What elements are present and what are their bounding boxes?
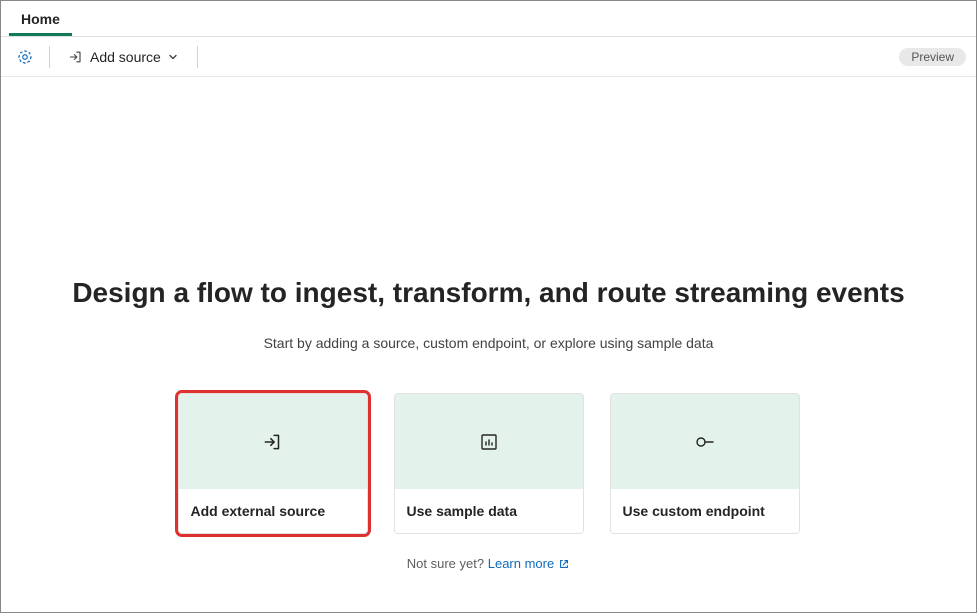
- bar-chart-icon: [479, 432, 499, 452]
- toolbar: Add source Preview: [1, 37, 976, 77]
- card-label: Use sample data: [395, 489, 583, 533]
- footer-prompt: Not sure yet?: [407, 556, 484, 571]
- learn-more-label: Learn more: [488, 556, 554, 571]
- card-row: Add external source Use sample data: [1, 393, 976, 534]
- settings-button[interactable]: [11, 43, 39, 71]
- learn-more-link[interactable]: Learn more: [488, 556, 570, 571]
- card-label: Use custom endpoint: [611, 489, 799, 533]
- footer-hint: Not sure yet? Learn more: [1, 556, 976, 571]
- card-icon-area: [179, 394, 367, 489]
- toolbar-divider: [197, 46, 198, 68]
- enter-icon: [68, 49, 84, 65]
- card-use-custom-endpoint[interactable]: Use custom endpoint: [610, 393, 800, 534]
- page-subtitle: Start by adding a source, custom endpoin…: [1, 335, 976, 351]
- page-title: Design a flow to ingest, transform, and …: [1, 277, 976, 309]
- card-icon-area: [395, 394, 583, 489]
- card-icon-area: [611, 394, 799, 489]
- add-source-label: Add source: [90, 49, 161, 65]
- enter-icon: [262, 431, 284, 453]
- tab-home[interactable]: Home: [9, 3, 72, 36]
- card-label: Add external source: [179, 489, 367, 533]
- add-source-button[interactable]: Add source: [60, 45, 187, 69]
- card-use-sample-data[interactable]: Use sample data: [394, 393, 584, 534]
- toolbar-divider: [49, 46, 50, 68]
- card-add-external-source[interactable]: Add external source: [178, 393, 368, 534]
- main-content: Design a flow to ingest, transform, and …: [1, 77, 976, 571]
- preview-badge: Preview: [899, 48, 966, 66]
- gear-icon: [16, 48, 34, 66]
- tab-bar: Home: [1, 1, 976, 37]
- endpoint-icon: [694, 432, 716, 452]
- chevron-down-icon: [167, 51, 179, 63]
- external-link-icon: [558, 558, 570, 570]
